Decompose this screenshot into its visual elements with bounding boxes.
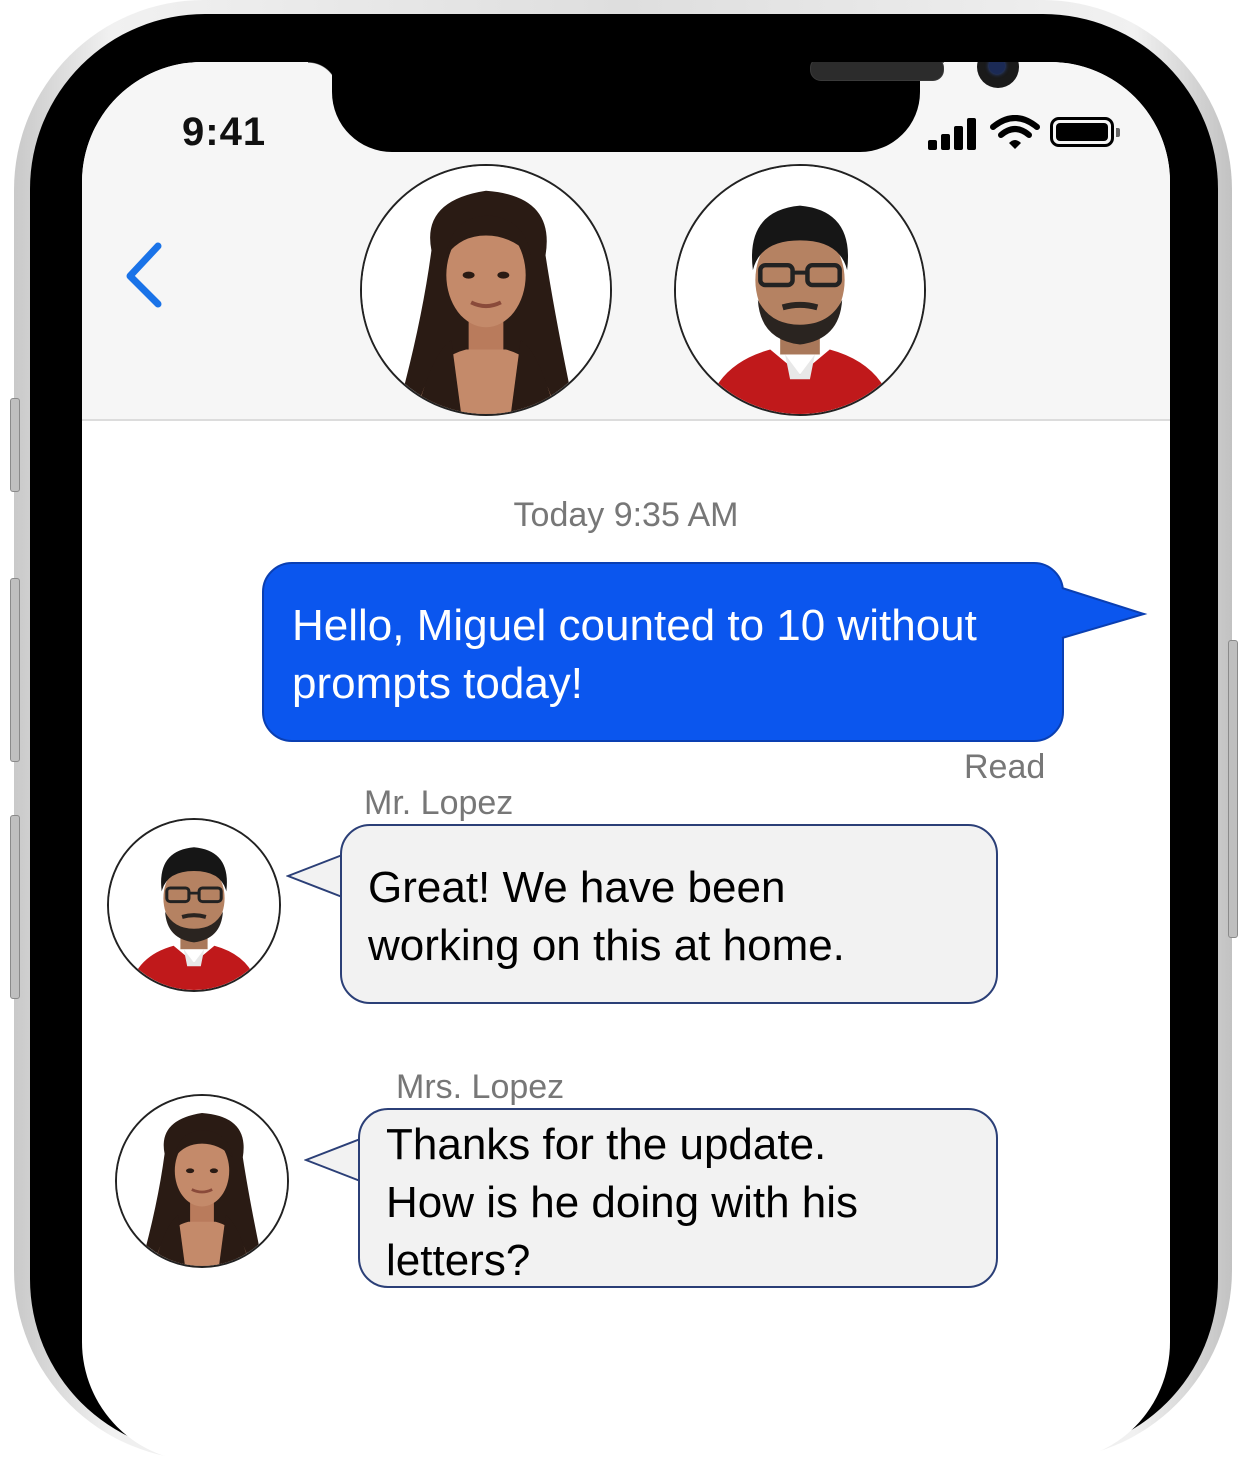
notch	[332, 62, 1019, 152]
conversation-timestamp: Today 9:35 AM	[513, 496, 739, 534]
cellular-signal-icon	[928, 116, 980, 150]
message-line: How is he doing with his	[386, 1178, 859, 1227]
back-chevron-icon[interactable]	[120, 240, 170, 310]
participant-avatar-mrs-lopez[interactable]	[360, 164, 612, 416]
side-button	[10, 398, 20, 492]
message-line: Great! We have been	[368, 863, 786, 912]
message-line: Thanks for the update.	[386, 1120, 827, 1169]
woman-portrait-icon	[362, 166, 610, 414]
incoming-message-bubble[interactable]: Thanks for the update. How is he doing w…	[358, 1108, 998, 1288]
battery-icon	[1050, 117, 1120, 147]
volume-down-button	[10, 815, 20, 999]
man-portrait-icon	[109, 820, 279, 990]
power-button	[1228, 640, 1238, 938]
man-portrait-icon	[676, 166, 924, 414]
incoming-message-bubble[interactable]: Great! We have been working on this at h…	[340, 824, 998, 1004]
phone-screen: 9:41 Today 9:35 AM Hello, Miguel counted…	[82, 62, 1170, 1462]
sender-name: Mr. Lopez	[364, 784, 514, 822]
speaker-grille	[810, 62, 944, 81]
sender-name: Mrs. Lopez	[396, 1068, 565, 1106]
message-line: Hello, Miguel counted to 10 without	[292, 601, 977, 650]
read-receipt: Read	[964, 748, 1046, 786]
sender-avatar-mr-lopez[interactable]	[107, 818, 281, 992]
sender-avatar-mrs-lopez[interactable]	[115, 1094, 289, 1268]
volume-up-button	[10, 578, 20, 762]
outgoing-message-bubble[interactable]: Hello, Miguel counted to 10 without prom…	[262, 562, 1064, 742]
message-line: prompts today!	[292, 659, 584, 708]
wifi-icon	[990, 115, 1040, 149]
message-line: letters?	[386, 1236, 531, 1285]
participant-avatar-mr-lopez[interactable]	[674, 164, 926, 416]
woman-portrait-icon	[117, 1096, 287, 1266]
message-line: working on this at home.	[368, 921, 845, 970]
outgoing-bubble-tail	[1060, 587, 1148, 639]
status-time: 9:41	[182, 110, 267, 154]
